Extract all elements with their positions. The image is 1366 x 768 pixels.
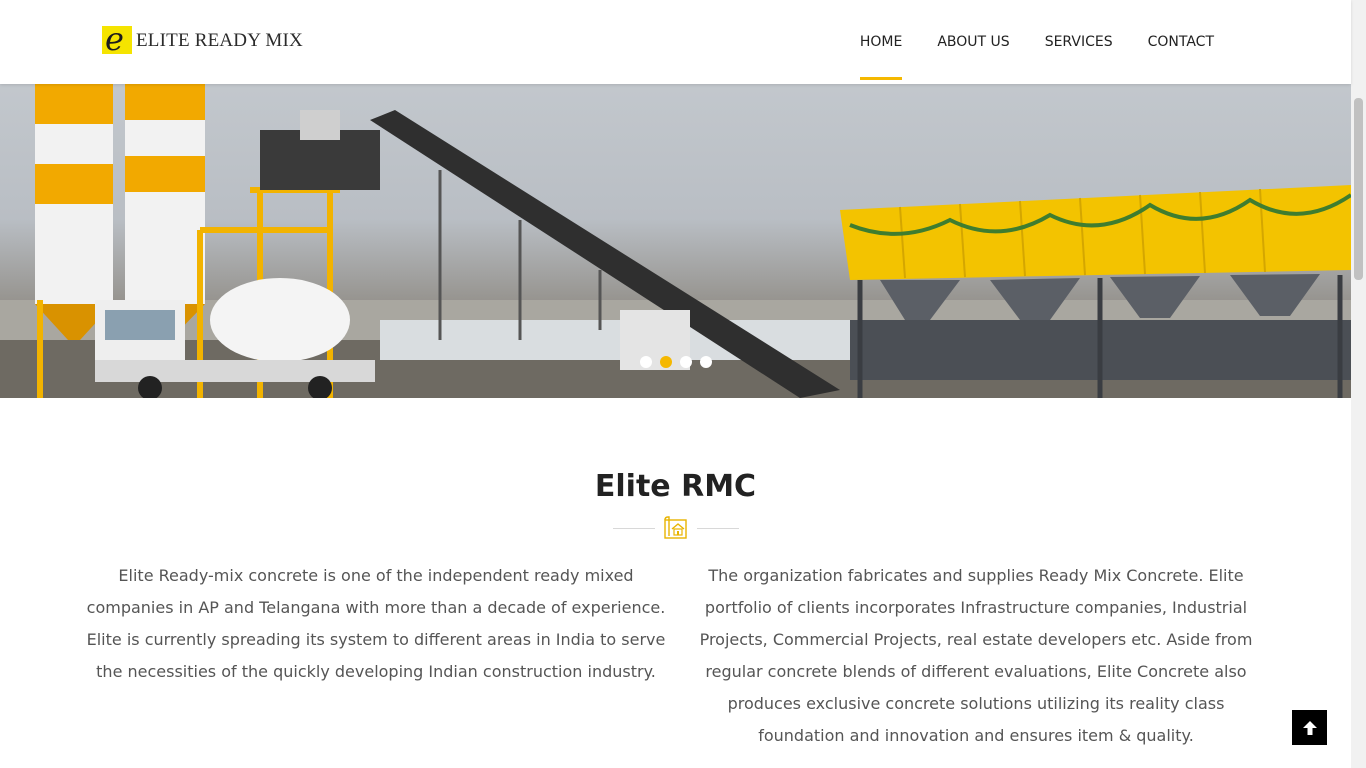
nav-contact[interactable]: CONTACT <box>1148 0 1214 84</box>
nav-about-us[interactable]: ABOUT US <box>937 0 1009 84</box>
scroll-to-top-button[interactable] <box>1292 710 1327 745</box>
scrollbar-thumb[interactable] <box>1354 98 1363 280</box>
nav-home[interactable]: HOME <box>859 0 903 84</box>
page-scrollbar[interactable] <box>1351 0 1366 768</box>
site-header: e ELITE READY MIX HOME ABOUT US SERVICES… <box>0 0 1351 84</box>
slider-dot-1[interactable] <box>640 356 652 368</box>
about-paragraph-right: The organization fabricates and supplies… <box>699 566 1253 745</box>
divider-line-left <box>613 528 655 529</box>
logo-letter: e <box>105 20 124 58</box>
slider-dot-2[interactable] <box>660 356 672 368</box>
slider-dot-4[interactable] <box>700 356 712 368</box>
section-divider <box>613 515 739 541</box>
nav-services[interactable]: SERVICES <box>1045 0 1113 84</box>
logo-text: ELITE READY MIX <box>136 30 303 51</box>
slider-dot-3[interactable] <box>680 356 692 368</box>
about-paragraph-left: Elite Ready-mix concrete is one of the i… <box>86 566 666 681</box>
section-title: Elite RMC <box>594 469 757 504</box>
slider-pagination <box>640 356 712 368</box>
site-logo[interactable]: e ELITE READY MIX <box>102 20 303 58</box>
logo-mark-icon: e <box>102 20 132 58</box>
main-nav: HOME ABOUT US SERVICES CONTACT <box>825 0 1214 84</box>
blueprint-house-icon <box>664 516 687 539</box>
arrow-up-icon <box>1302 720 1317 735</box>
divider-line-right <box>697 528 739 529</box>
